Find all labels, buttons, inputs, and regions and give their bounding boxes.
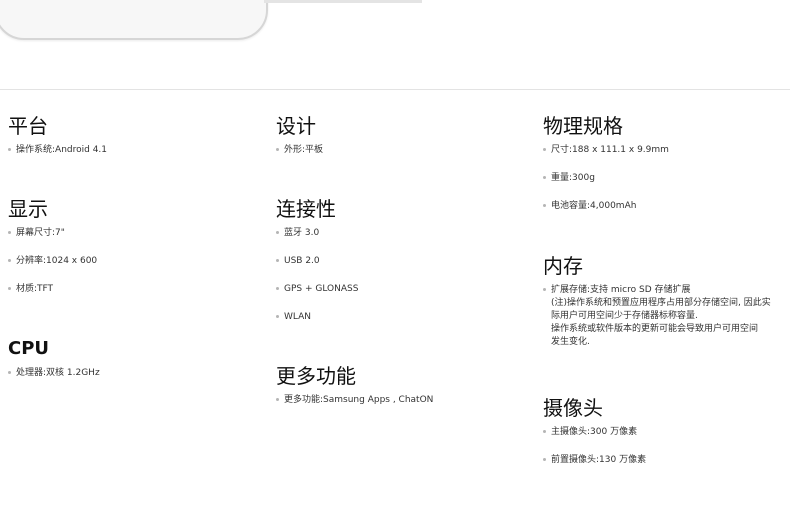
bullet-icon: [8, 287, 11, 290]
bullet-icon: [543, 204, 546, 207]
bullet-icon: [543, 288, 546, 291]
bullet-icon: [8, 259, 11, 262]
bullet-icon: [276, 315, 279, 318]
bullet-icon: [8, 148, 11, 151]
spec-item: 外形:平板: [276, 144, 323, 157]
bullet-icon: [543, 458, 546, 461]
bullet-icon: [276, 287, 279, 290]
spec-item: GPS + GLONASS: [276, 283, 358, 296]
section-platform: 平台 操作系统:Android 4.1: [8, 113, 107, 172]
spec-item: 重量:300g: [543, 172, 669, 185]
bullet-icon: [276, 148, 279, 151]
bullet-icon: [543, 176, 546, 179]
bullet-icon: [276, 259, 279, 262]
spec-item: 电池容量:4,000mAh: [543, 200, 669, 213]
divider: [0, 89, 790, 90]
spec-item: 处理器:双核 1.2GHz: [8, 367, 100, 380]
spec-item: 分辨率:1024 x 600: [8, 255, 97, 268]
section-title: 物理规格: [543, 114, 623, 138]
spec-item: 前置摄像头:130 万像素: [543, 454, 646, 467]
spec-item: WLAN: [276, 311, 358, 324]
spec-item: 更多功能:Samsung Apps , ChatON: [276, 394, 433, 407]
section-title: 设计: [276, 114, 316, 138]
spec-item: 主摄像头:300 万像素: [543, 426, 646, 439]
spec-item: 蓝牙 3.0: [276, 227, 358, 240]
spec-item: 操作系统:Android 4.1: [8, 144, 107, 157]
bullet-icon: [8, 231, 11, 234]
section-title: 平台: [8, 114, 48, 138]
spec-item: 屏幕尺寸:7": [8, 227, 97, 240]
section-title: CPU: [8, 338, 50, 359]
section-title: 更多功能: [276, 364, 356, 388]
bullet-icon: [276, 398, 279, 401]
bullet-icon: [8, 371, 11, 374]
section-memory: 内存 扩展存储:支持 micro SD 存储扩展 (注)操作系统和预置应用程序占…: [543, 253, 771, 364]
bullet-icon: [543, 148, 546, 151]
section-cpu: CPU 处理器:双核 1.2GHz: [8, 336, 100, 395]
section-connectivity: 连接性 蓝牙 3.0 USB 2.0 GPS + GLONASS WLAN: [276, 196, 358, 339]
section-more-features: 更多功能 更多功能:Samsung Apps , ChatON: [276, 363, 433, 422]
spec-item: 扩展存储:支持 micro SD 存储扩展 (注)操作系统和预置应用程序占用部分…: [543, 284, 771, 349]
bullet-icon: [543, 430, 546, 433]
spec-item: 尺寸:188 x 111.1 x 9.9mm: [543, 144, 669, 157]
section-design: 设计 外形:平板: [276, 113, 323, 172]
tablet-edge: [264, 0, 422, 3]
section-title: 内存: [543, 254, 583, 278]
section-title: 连接性: [276, 197, 336, 221]
spec-item: USB 2.0: [276, 255, 358, 268]
section-title: 摄像头: [543, 396, 603, 420]
tablet-image: ⮌: [0, 0, 790, 40]
section-camera: 摄像头 主摄像头:300 万像素 前置摄像头:130 万像素: [543, 395, 646, 482]
section-physical-specs: 物理规格 尺寸:188 x 111.1 x 9.9mm 重量:300g 电池容量…: [543, 113, 669, 228]
section-display: 显示 屏幕尺寸:7" 分辨率:1024 x 600 材质:TFT: [8, 196, 97, 311]
spec-item: 材质:TFT: [8, 283, 97, 296]
section-title: 显示: [8, 197, 48, 221]
bullet-icon: [276, 231, 279, 234]
tablet-bottom-bezel: ⮌: [0, 0, 268, 40]
